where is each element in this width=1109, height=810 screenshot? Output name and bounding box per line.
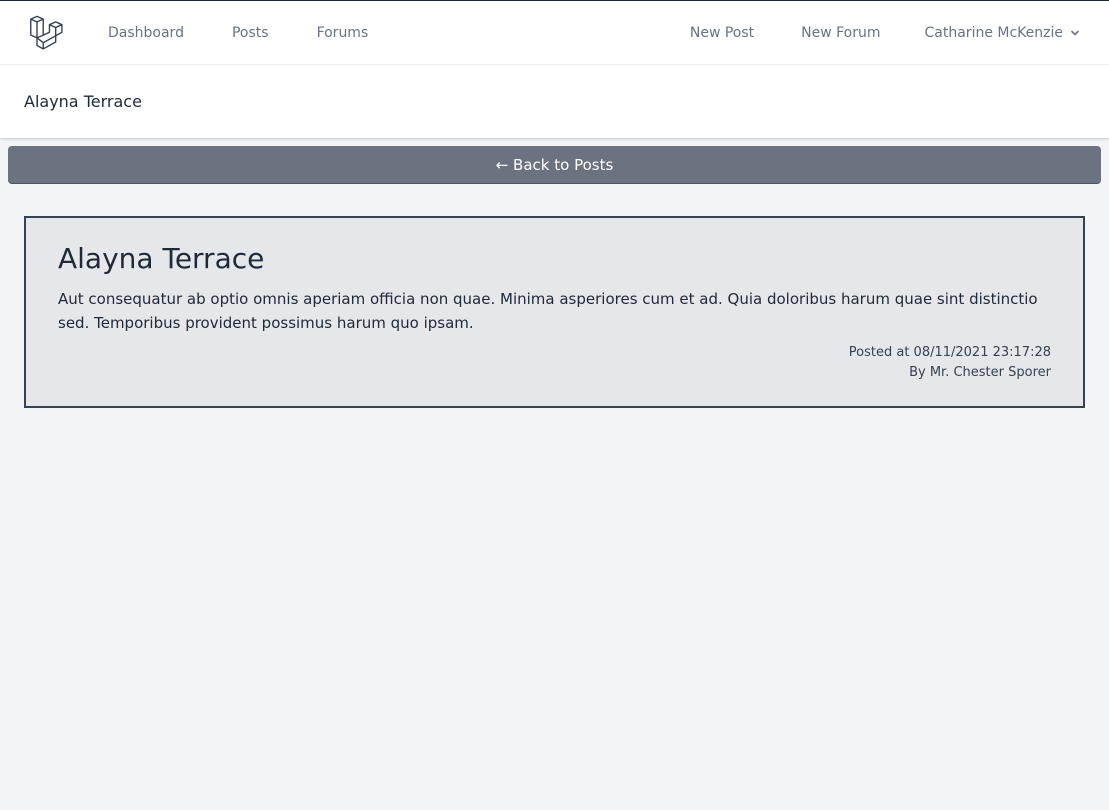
post-timestamp: Posted at 08/11/2021 23:17:28: [848, 345, 1051, 360]
user-name: Catharine McKenzie: [924, 24, 1063, 41]
post-card: Alayna Terrace Aut consequatur ab optio …: [24, 216, 1085, 408]
post-body: Aut consequatur ab optio omnis aperiam o…: [58, 290, 1038, 332]
nav-link-new-forum[interactable]: New Forum: [801, 25, 880, 41]
back-to-posts-label: ← Back to Posts: [495, 155, 614, 174]
user-menu-dropdown[interactable]: Catharine McKenzie: [925, 25, 1081, 41]
page-title: Alayna Terrace: [24, 92, 142, 111]
back-to-posts-button[interactable]: ← Back to Posts: [8, 146, 1101, 184]
nav-link-forums[interactable]: Forums: [317, 25, 369, 41]
chevron-down-icon: [1069, 27, 1081, 39]
nav-link-dashboard[interactable]: Dashboard: [108, 25, 184, 41]
page-header: Alayna Terrace: [0, 65, 1109, 138]
app-window: Dashboard Posts Forums New Post New Foru…: [0, 0, 1109, 810]
nav-link-posts[interactable]: Posts: [232, 25, 269, 41]
post-author: By Mr. Chester Sporer: [909, 365, 1051, 380]
laravel-logo-icon[interactable]: [28, 15, 64, 51]
post-meta: Posted at 08/11/2021 23:17:28 By Mr. Che…: [58, 343, 1051, 383]
top-navigation: Dashboard Posts Forums New Post New Foru…: [0, 1, 1109, 65]
nav-link-new-post[interactable]: New Post: [690, 25, 754, 41]
post-title: Alayna Terrace: [58, 242, 265, 275]
